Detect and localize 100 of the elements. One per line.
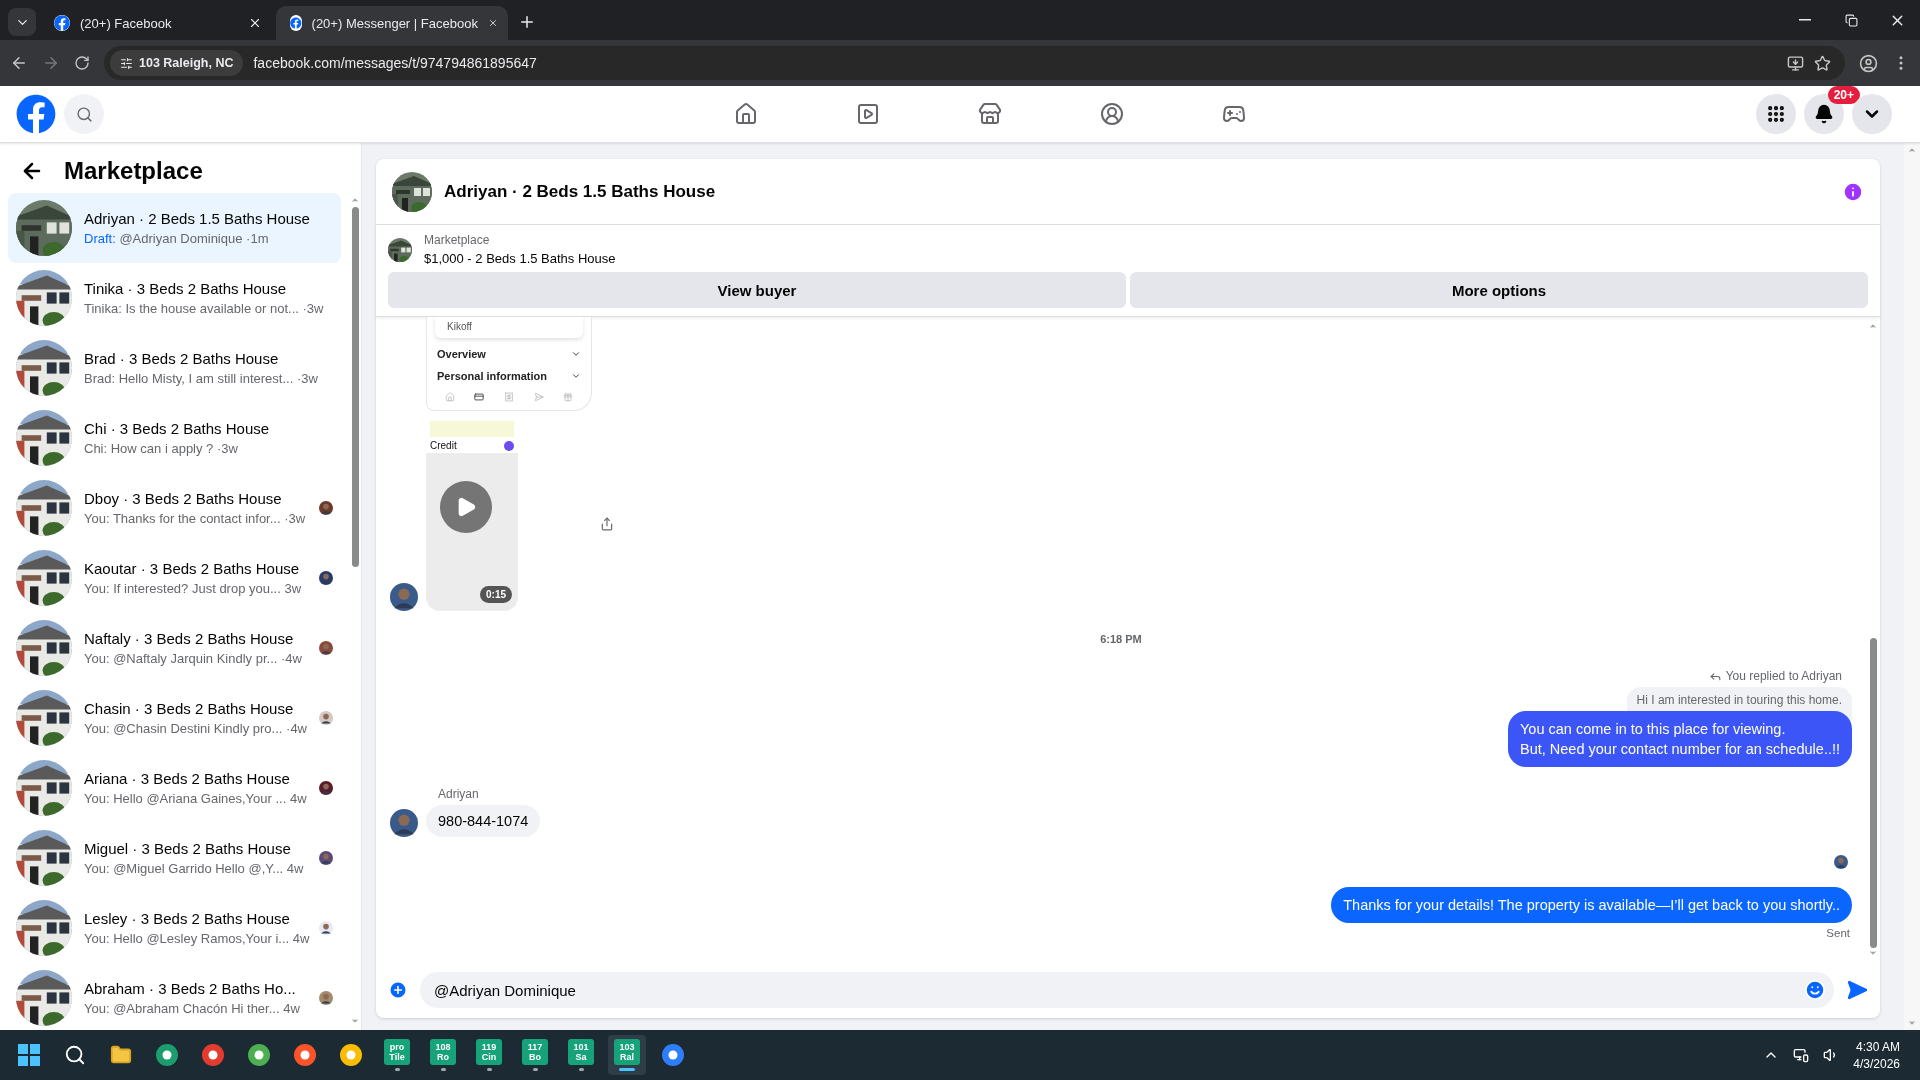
- close-icon: [248, 16, 262, 30]
- conversation-item[interactable]: Miguel · 3 Beds 2 Baths House You: @Miguel Garrido Hello @,Y... 4w: [8, 823, 341, 893]
- conversation-item[interactable]: Brad · 3 Beds 2 Baths House Brad: Hello Misty, I am still interest... ·3w: [8, 333, 341, 403]
- info-icon[interactable]: [1842, 180, 1864, 203]
- video-thumbnail[interactable]: Credit 0:15: [426, 417, 518, 611]
- home-icon: [444, 392, 455, 402]
- add-icon[interactable]: [388, 980, 408, 1000]
- browser-tab[interactable]: (20+) Messenger | Facebook: [276, 6, 508, 40]
- action-button[interactable]: More options: [1130, 272, 1868, 308]
- search-icon[interactable]: [64, 1044, 86, 1066]
- search-button[interactable]: [64, 94, 104, 134]
- sliders-icon: [120, 56, 133, 70]
- conversation-item[interactable]: Dboy · 3 Beds 2 Baths House You: Thanks for the contact infor... ·3w: [8, 473, 341, 543]
- conversation-preview: You: @Chasin Destini Kindly pro... ·4w: [84, 721, 307, 736]
- share-icon[interactable]: [600, 517, 614, 531]
- conversation-preview: You: @Miguel Garrido Hello @,Y... 4w: [84, 861, 305, 876]
- conversation-item[interactable]: Kaoutar · 3 Beds 2 Baths House You: If interested? Just drop you... 3w: [8, 543, 341, 613]
- conversation-title: Abraham · 3 Beds 2 Baths Ho...: [84, 980, 297, 997]
- search-icon: [75, 105, 93, 123]
- conversation-item[interactable]: Adriyan · 2 Beds 1.5 Baths House Draft: @Adriyan Dominique ·1m: [8, 193, 341, 263]
- send-icon[interactable]: [1846, 979, 1868, 1001]
- windows-icon[interactable]: [18, 1044, 40, 1066]
- play-button[interactable]: [440, 481, 492, 533]
- scrollbar-thumb[interactable]: [1869, 638, 1877, 948]
- conversation-title: Tinika · 3 Beds 2 Baths House: [84, 280, 288, 297]
- conversation-item[interactable]: Naftaly · 3 Beds 2 Baths House You: @Naftaly Jarquin Kindly pr... ·4w: [8, 613, 341, 683]
- store-icon[interactable]: [978, 102, 1002, 126]
- install-icon[interactable]: [1787, 54, 1804, 72]
- conversation-preview: Chi: How can i apply ? ·3w: [84, 441, 239, 456]
- profile-icon[interactable]: [1859, 53, 1878, 73]
- send-icon: [533, 392, 544, 402]
- conversation-preview: You: Hello @Ariana Gaines,Your ... 4w: [84, 791, 307, 806]
- listing-title: $1,000 - 2 Beds 1.5 Baths House: [424, 251, 616, 266]
- conversation-item[interactable]: Lesley · 3 Beds 2 Baths House You: Hello @Lesley Ramos,Your i... 4w: [8, 893, 341, 963]
- conversation-title: Naftaly · 3 Beds 2 Baths House: [84, 630, 295, 647]
- home-icon[interactable]: [734, 102, 758, 126]
- new-tab-icon[interactable]: [518, 13, 536, 31]
- conversation-title: Brad · 3 Beds 2 Baths House: [84, 350, 280, 367]
- apps-menu-button[interactable]: [1756, 94, 1796, 134]
- conversation-title: Chasin · 3 Beds 2 Baths House: [84, 700, 295, 717]
- receipt-icon: [504, 392, 514, 402]
- conversation-item[interactable]: Tinika · 3 Beds 2 Baths House Tinika: Is the house available or not... ·3w: [8, 263, 341, 333]
- site-info-chip[interactable]: 103 Raleigh, NC: [110, 50, 244, 76]
- taskbar-clock[interactable]: 4:30 AM 4/3/2026: [1853, 1039, 1910, 1071]
- chevron-down-icon: [571, 349, 581, 359]
- app-icon[interactable]: [247, 1043, 271, 1067]
- minimize-icon: [1799, 19, 1811, 21]
- action-button[interactable]: View buyer: [388, 272, 1126, 308]
- conversation-item[interactable]: Abraham · 3 Beds 2 Baths Ho... You: @Abraham Chacón Hi ther... 4w: [8, 963, 341, 1030]
- account-menu-button[interactable]: [1852, 94, 1892, 134]
- chat-title: Adriyan · 2 Beds 1.5 Baths House: [444, 181, 717, 202]
- network-icon[interactable]: [1793, 1047, 1810, 1063]
- reload-icon[interactable]: [74, 55, 90, 71]
- chevron-down-icon: [571, 371, 581, 381]
- emoji-icon[interactable]: [1804, 979, 1826, 1001]
- conversation-item[interactable]: Ariana · 3 Beds 2 Baths House You: Hello @Ariana Gaines,Your ... 4w: [8, 753, 341, 823]
- shared-screenshot[interactable]: Kikoff Overview Personal information: [426, 317, 592, 411]
- conversation-item[interactable]: Chasin · 3 Beds 2 Baths House You: @Chasin Destini Kindly pro... ·4w: [8, 683, 341, 753]
- conversation-title: Adriyan · 2 Beds 1.5 Baths House: [84, 210, 311, 227]
- bookmark-star-icon[interactable]: [1814, 54, 1831, 72]
- conversation-title: Ariana · 3 Beds 2 Baths House: [84, 770, 291, 787]
- conversation-preview: You: @Naftaly Jarquin Kindly pr... ·4w: [84, 651, 303, 666]
- screenshot-text: Credit: [430, 440, 457, 451]
- bell-icon: [1814, 104, 1834, 124]
- message-field[interactable]: @Adriyan Dominique: [432, 980, 1804, 1000]
- conversation-title: Dboy · 3 Beds 2 Baths House: [84, 490, 283, 507]
- forward-icon[interactable]: [42, 54, 60, 72]
- conversation-preview: Tinika: Is the house available or not... ·3w: [84, 301, 325, 316]
- sent-message: You can come in to this place for viewing. But, Need your contact number for an schedule..!!: [1508, 711, 1852, 767]
- scrollbar-thumb[interactable]: [351, 207, 359, 567]
- app-icon[interactable]: [155, 1043, 179, 1067]
- address-bar[interactable]: 103 Raleigh, NC facebook.com/messages/t/974794861895647: [104, 46, 1845, 80]
- app-icon[interactable]: [661, 1043, 685, 1067]
- notification-count: 20+: [1827, 86, 1860, 104]
- groups-icon[interactable]: [1100, 102, 1124, 126]
- conversation-title: Lesley · 3 Beds 2 Baths House: [84, 910, 291, 927]
- facebook-logo[interactable]: [16, 94, 56, 134]
- video-duration: 0:15: [480, 586, 512, 603]
- grid-icon: [1766, 104, 1786, 124]
- received-message: 980-844-1074: [426, 805, 541, 837]
- conversation-item[interactable]: Chi · 3 Beds 2 Baths House Chi: How can i apply ? ·3w: [8, 403, 341, 473]
- conversation-title: Chi · 3 Beds 2 Baths House: [84, 420, 271, 437]
- message-box[interactable]: @Adriyan Dominique: [420, 972, 1834, 1008]
- conversation-title: Kaoutar · 3 Beds 2 Baths House: [84, 560, 301, 577]
- browser-tab[interactable]: (20+) Facebook: [40, 6, 272, 40]
- conversation-title: Miguel · 3 Beds 2 Baths House: [84, 840, 292, 857]
- reply-note: You replied to Adriyan: [1725, 669, 1842, 683]
- restore-icon: [1844, 13, 1858, 27]
- video-icon[interactable]: [856, 102, 880, 126]
- sent-message: Thanks for your details! The property is available—I’ll get back to you shortly..: [1331, 887, 1852, 923]
- tab-search-button[interactable]: [8, 8, 36, 36]
- back-icon[interactable]: [10, 54, 28, 72]
- folder-icon[interactable]: [110, 1044, 132, 1066]
- facebook-icon: [290, 15, 302, 31]
- message-timestamp: 6:18 PM: [1100, 633, 1142, 645]
- screenshot-text: Overview: [437, 348, 486, 360]
- badge-icon: [504, 440, 514, 451]
- sidebar-title: Marketplace: [64, 157, 203, 185]
- gift-icon: [563, 392, 574, 402]
- conversation-preview: You: Thanks for the contact infor... ·3w: [84, 511, 307, 526]
